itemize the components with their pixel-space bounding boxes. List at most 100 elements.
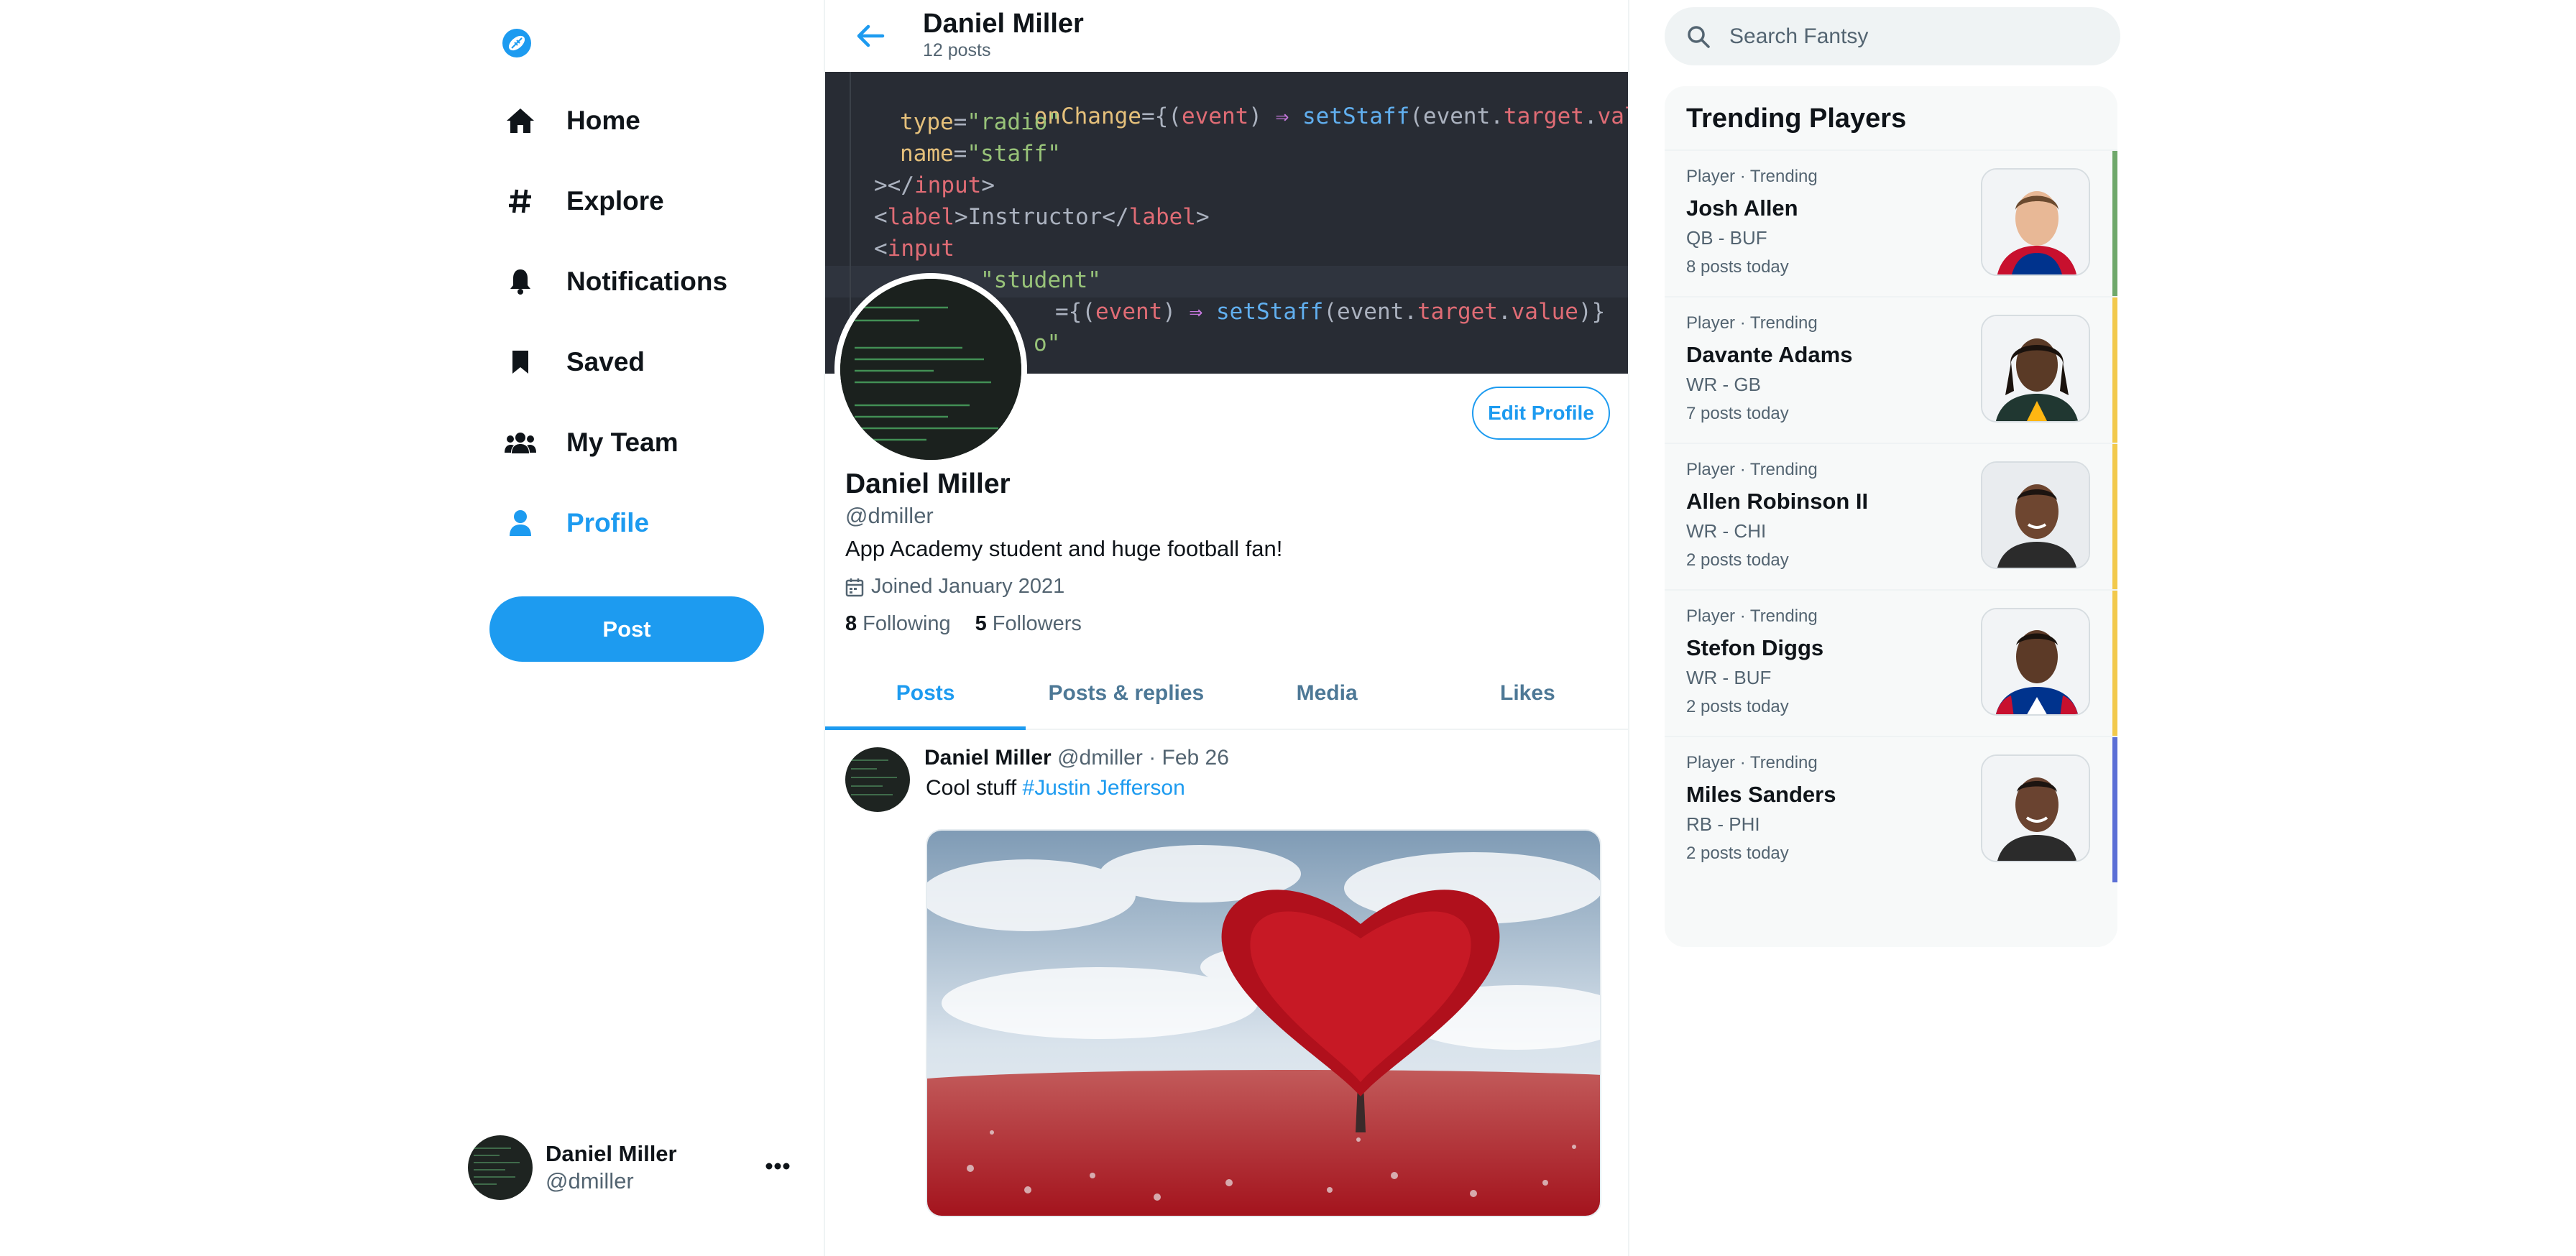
post-header: Daniel Miller @dmiller · Feb 26 [924,746,1229,770]
joined-text: Joined January 2021 [871,575,1065,598]
profile-tabs: Posts Posts & replies Media Likes [825,658,1628,730]
followers-count: 5 [975,612,987,635]
tab-media[interactable]: Media [1227,658,1427,729]
post-item[interactable]: Daniel Miller @dmiller · Feb 26 Cool stu… [825,731,1628,1256]
player-name: Allen Robinson II [1686,489,1869,514]
team-color-bar [2112,737,2117,882]
code-line: ={(event) ⇒ setStaff(event.target.value)… [1055,299,1606,325]
nav-profile-label: Profile [566,508,650,537]
trending-player-item[interactable]: Player · Trending Josh Allen QB - BUF 8 … [1665,149,2117,296]
followers-link[interactable]: 5 Followers [975,612,1082,636]
post-hashtag-link[interactable]: #Justin Jefferson [1023,776,1185,800]
nav-saved[interactable]: Saved [503,337,645,387]
post-text: Cool stuff #Justin Jefferson [926,776,1185,800]
post-actions [940,1249,1515,1256]
more-icon[interactable] [762,1158,794,1175]
post-meta: @dmiller · Feb 26 [1057,746,1229,770]
profile-column: onChange={(event) ⇒ setStaff(event.targe… [824,0,1629,1256]
following-label: Following [862,612,951,635]
trending-title: Trending Players [1686,103,1907,134]
bookmark-icon [503,345,538,379]
users-icon [503,425,538,460]
right-sidebar: Trending Players Player · Trending Josh … [1665,0,2125,1256]
account-name: Daniel Miller [546,1141,677,1166]
followers-label: Followers [992,612,1082,635]
trend-category: Player · Trending [1686,313,1818,333]
header-post-count: 12 posts [923,40,991,60]
calendar-icon [845,577,864,597]
code-line: <label>Instructor</label> [874,204,1210,230]
trend-category: Player · Trending [1686,753,1818,772]
user-icon [503,506,538,540]
follow-stats: 8 Following 5 Followers [845,612,1106,636]
nav-saved-label: Saved [566,347,645,377]
following-link[interactable]: 8 Following [845,612,951,636]
player-photo [1981,168,2090,276]
post-body: Cool stuff [926,776,1023,800]
player-name: Stefon Diggs [1686,635,1824,660]
profile-joined: Joined January 2021 [845,575,1064,599]
team-color-bar [2112,444,2117,589]
team-color-bar [2112,297,2117,443]
player-position: WR - GB [1686,374,1761,395]
following-count: 8 [845,612,857,635]
post-button[interactable]: Post [489,596,764,662]
player-name: Davante Adams [1686,342,1853,367]
code-line: type="radio" [900,109,1061,135]
search-input[interactable] [1729,24,2089,49]
tab-posts[interactable]: Posts [825,658,1026,730]
header-title: Daniel Miller [923,9,1084,39]
trend-category: Player · Trending [1686,167,1818,186]
post-author-avatar[interactable] [845,747,910,812]
player-photo [1981,754,2090,862]
player-position: RB - PHI [1686,813,1760,835]
hashtag-icon [503,184,538,218]
nav-notifications[interactable]: Notifications [503,257,727,307]
nav-notifications-label: Notifications [566,267,728,296]
bell-icon [503,264,538,299]
profile-name: Daniel Miller [845,468,1011,499]
edit-profile-button[interactable]: Edit Profile [1472,387,1610,440]
post-count: 8 posts today [1686,257,1789,277]
code-line: name="staff" [900,141,1061,167]
post-count: 2 posts today [1686,697,1789,716]
tab-posts-replies[interactable]: Posts & replies [1026,658,1226,729]
account-handle: @dmiller [546,1168,634,1193]
trending-player-item[interactable]: Player · Trending Stefon Diggs WR - BUF … [1665,589,2117,736]
player-position: WR - CHI [1686,520,1767,542]
player-photo [1981,608,2090,716]
profile-bio: App Academy student and huge football fa… [845,536,1283,561]
nav-explore[interactable]: Explore [503,176,664,226]
player-name: Josh Allen [1686,195,1798,221]
post-count: 2 posts today [1686,550,1789,570]
home-icon [503,103,538,138]
account-switcher[interactable]: Daniel Miller @dmiller [467,1132,805,1204]
code-line: "student" [980,267,1101,293]
account-avatar [468,1135,533,1200]
nav-profile[interactable]: Profile [503,498,649,548]
trend-category: Player · Trending [1686,460,1818,479]
profile-handle: @dmiller [845,503,934,528]
nav-home[interactable]: Home [503,96,640,146]
player-photo [1981,461,2090,569]
nav-my-team[interactable]: My Team [503,417,678,468]
fantsy-logo-icon[interactable] [501,27,533,59]
back-arrow-icon[interactable] [854,19,887,52]
profile-header-bar: Daniel Miller 12 posts [825,0,1628,72]
post-author-name[interactable]: Daniel Miller [924,746,1052,770]
nav-home-label: Home [566,106,640,135]
team-color-bar [2112,151,2117,296]
post-image[interactable] [926,829,1601,1217]
trend-category: Player · Trending [1686,606,1818,626]
post-count: 2 posts today [1686,844,1789,863]
nav-explore-label: Explore [566,186,664,216]
search-box[interactable] [1665,7,2120,65]
trending-player-item[interactable]: Player · Trending Allen Robinson II WR -… [1665,443,2117,589]
trending-player-item[interactable]: Player · Trending Davante Adams WR - GB … [1665,296,2117,443]
profile-avatar[interactable] [834,273,1027,466]
code-line: o" [1034,331,1061,356]
team-color-bar [2112,591,2117,736]
player-name: Miles Sanders [1686,782,1836,807]
trending-player-item[interactable]: Player · Trending Miles Sanders RB - PHI… [1665,736,2117,882]
tab-likes[interactable]: Likes [1427,658,1628,729]
